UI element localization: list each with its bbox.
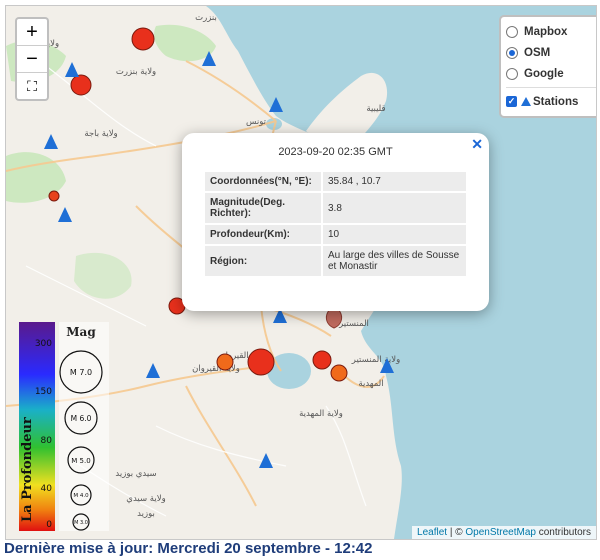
mag-label: M 5.0 xyxy=(71,457,90,465)
fullscreen-button[interactable]: ⛶ xyxy=(17,73,47,99)
layer-label: Mapbox xyxy=(524,25,568,38)
zoom-out-button[interactable]: − xyxy=(17,46,47,73)
earthquake-marker[interactable] xyxy=(48,190,60,202)
magnitude-legend: Mag M 7.0 M 6.0 M 5.0 M 4.0 M 3.0 xyxy=(59,322,109,531)
place-label: المهدية xyxy=(358,379,383,389)
station-marker[interactable] xyxy=(269,97,283,112)
attribution-suffix: contributors xyxy=(535,527,591,538)
row-label: Coordonnées(°N, °E): xyxy=(205,172,321,191)
earthquake-marker[interactable] xyxy=(247,348,275,376)
earthquake-marker[interactable] xyxy=(216,353,234,371)
depth-legend-title: La Profondeur xyxy=(20,417,35,522)
station-triangle-icon xyxy=(521,97,531,106)
depth-tick: 80 xyxy=(41,436,53,446)
osm-link[interactable]: OpenStreetMap xyxy=(465,527,536,538)
map-container[interactable]: بنزرت ولاية بنزرت تونس قليبية ولاية باجة… xyxy=(5,5,597,540)
depth-tick: 40 xyxy=(41,484,53,494)
earthquake-marker[interactable] xyxy=(330,364,348,382)
earthquake-popup: ✕ 2023-09-20 02:35 GMT Coordonnées(°N, °… xyxy=(182,133,489,311)
layer-option-mapbox[interactable]: Mapbox xyxy=(506,21,596,42)
leaflet-link[interactable]: Leaflet xyxy=(417,527,447,538)
radio-selected-icon[interactable] xyxy=(506,46,518,59)
row-label: Magnitude(Deg. Richter): xyxy=(205,193,321,223)
place-label: بوزيد xyxy=(137,509,155,519)
mag-label: M 6.0 xyxy=(71,414,92,423)
popup-table: Coordonnées(°N, °E): 35.84 , 10.7 Magnit… xyxy=(203,170,468,278)
layer-control: Mapbox OSM Google ✓ Stations xyxy=(499,15,596,118)
depth-tick: 0 xyxy=(46,520,52,530)
row-value: 35.84 , 10.7 xyxy=(323,172,466,191)
place-label: ولاية بنزرت xyxy=(116,67,156,77)
checkbox-checked-icon[interactable]: ✓ xyxy=(506,96,517,107)
depth-tick: 150 xyxy=(35,387,52,397)
row-value: Au large des villes de Sousse et Monasti… xyxy=(323,246,466,276)
earthquake-marker[interactable] xyxy=(131,27,155,51)
layer-option-google[interactable]: Google xyxy=(506,63,596,84)
table-row: Magnitude(Deg. Richter): 3.8 xyxy=(205,193,466,223)
mag-legend-title: Mag xyxy=(66,325,96,339)
earthquake-marker[interactable] xyxy=(312,350,332,370)
popup-title: 2023-09-20 02:35 GMT xyxy=(278,146,393,158)
layer-label: OSM xyxy=(524,46,551,59)
zoom-in-button[interactable]: + xyxy=(17,19,47,46)
place-label: ولاية سيدي xyxy=(126,494,165,504)
zoom-control: + − ⛶ xyxy=(15,17,49,101)
layer-label: Google xyxy=(524,67,564,80)
map-attribution: Leaflet | © OpenStreetMap contributors xyxy=(412,526,596,539)
depth-tick: 300 xyxy=(35,339,52,349)
table-row: Coordonnées(°N, °E): 35.84 , 10.7 xyxy=(205,172,466,191)
place-label: سيدي بوزيد xyxy=(115,469,156,479)
place-label: ولاية باجة xyxy=(84,129,117,139)
row-label: Profondeur(Km): xyxy=(205,225,321,244)
row-value: 3.8 xyxy=(323,193,466,223)
place-label: بنزرت xyxy=(195,13,217,23)
row-label: Région: xyxy=(205,246,321,276)
place-label: المنستير xyxy=(338,319,369,329)
place-label: ولاية المنستير xyxy=(351,355,400,365)
place-label: تونس xyxy=(246,117,267,127)
depth-legend: La Profondeur 300 150 80 40 0 xyxy=(19,322,55,531)
last-update-text: Dernière mise à jour: Mercredi 20 septem… xyxy=(4,540,373,557)
overlay-option-stations[interactable]: ✓ Stations xyxy=(506,91,596,112)
mag-label: M 4.0 xyxy=(73,493,89,499)
table-row: Profondeur(Km): 10 xyxy=(205,225,466,244)
layer-separator xyxy=(506,87,596,88)
place-label: ولاية المهدية xyxy=(299,409,343,419)
layer-option-osm[interactable]: OSM xyxy=(506,42,596,63)
radio-icon[interactable] xyxy=(506,67,518,80)
overlay-label: Stations xyxy=(533,95,579,108)
row-value: 10 xyxy=(323,225,466,244)
table-row: Région: Au large des villes de Sousse et… xyxy=(205,246,466,276)
mag-label: M 3.0 xyxy=(74,520,88,526)
earthquake-marker[interactable] xyxy=(70,74,92,96)
radio-icon[interactable] xyxy=(506,25,518,38)
attribution-separator: | © xyxy=(447,527,466,538)
place-label: قليبية xyxy=(366,104,385,114)
mag-label: M 7.0 xyxy=(70,368,92,377)
